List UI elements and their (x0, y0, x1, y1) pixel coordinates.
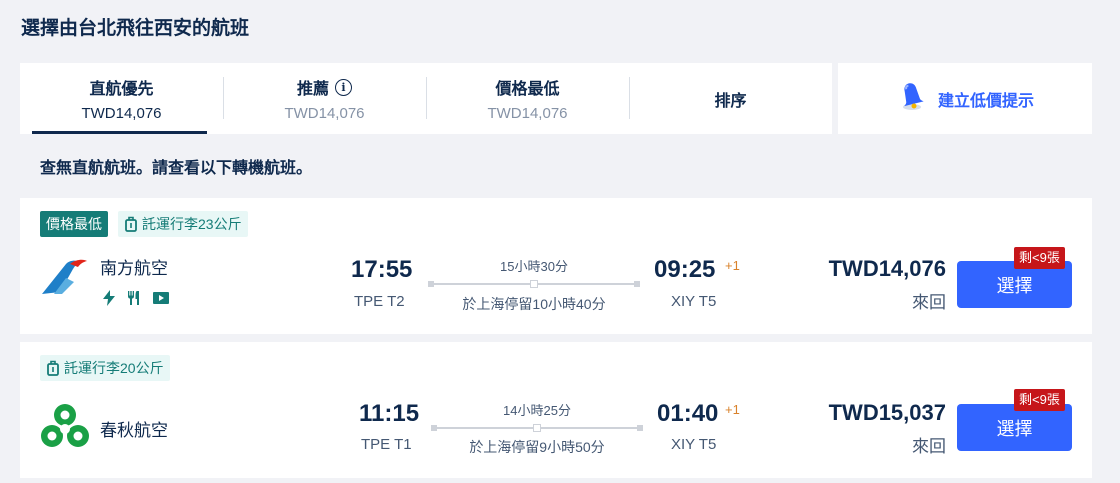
flight-price: TWD15,037 (828, 400, 946, 425)
spring-airlines-logo (40, 402, 90, 459)
tab-label: 直航優先 (89, 81, 154, 98)
flight-price: TWD14,076 (828, 256, 946, 281)
tab-price: TWD14,076 (284, 105, 365, 122)
price-alert-button[interactable]: 建立低價提示 (838, 63, 1092, 134)
seats-left-badge: 剩<9張 (1014, 247, 1065, 269)
arrival-time: 09:25 (654, 256, 716, 283)
flight-card[interactable]: 託運行李20公斤 春秋航空 11:15 TPE T1 14小時25分 於上海停留… (20, 342, 1092, 478)
baggage-tag: 託運行李23公斤 (118, 211, 248, 237)
china-southern-logo (40, 258, 88, 301)
tab-price: TWD14,076 (487, 105, 568, 122)
tab-lowest-price[interactable]: 價格最低 TWD14,076 (426, 63, 629, 134)
day-offset: +1 (725, 402, 740, 417)
no-direct-flights-message: 查無直航航班。請查看以下轉機航班。 (40, 160, 313, 177)
power-icon (102, 290, 116, 311)
stopover-info: 於上海停留9小時50分 (469, 439, 605, 455)
baggage-label: 託運行李20公斤 (64, 360, 164, 376)
trip-type: 來回 (912, 293, 946, 312)
entertainment-icon (152, 290, 170, 311)
luggage-icon (47, 360, 59, 376)
arrival-time: 01:40 (657, 400, 719, 427)
trip-type: 來回 (912, 437, 946, 456)
tab-label: 排序 (714, 92, 747, 110)
price-alert-label: 建立低價提示 (937, 92, 1034, 110)
route-line (431, 424, 643, 432)
departure-airport: TPE T2 (354, 293, 405, 310)
meal-icon (126, 290, 142, 311)
tab-recommended[interactable]: 推薦 i TWD14,076 (223, 63, 426, 134)
tab-label: 推薦 (296, 81, 329, 98)
cheapest-badge: 價格最低 (40, 211, 108, 237)
departure-airport: TPE T1 (361, 436, 412, 453)
bell-icon (896, 80, 928, 117)
flight-duration: 14小時25分 (503, 403, 571, 418)
baggage-tag: 託運行李20公斤 (40, 355, 170, 381)
arrival-airport: XIY T5 (671, 436, 717, 453)
tab-sort[interactable]: 排序 (629, 63, 832, 134)
airline-name: 春秋航空 (100, 421, 168, 440)
departure-time: 11:15 (359, 400, 420, 427)
arrival-airport: XIY T5 (671, 293, 717, 310)
seats-left-badge: 剩<9張 (1014, 389, 1065, 411)
flight-duration: 15小時30分 (500, 259, 568, 274)
select-flight-button[interactable]: 選擇 (957, 404, 1072, 451)
tab-price: TWD14,076 (81, 105, 162, 122)
departure-time: 17:55 (351, 256, 413, 283)
day-offset: +1 (725, 258, 740, 273)
page-title: 選擇由台北飛往西安的航班 (21, 18, 250, 39)
tab-label: 價格最低 (495, 81, 560, 98)
sort-tabs: 直航優先 TWD14,076 推薦 i TWD14,076 價格最低 TWD14… (20, 63, 832, 134)
flight-card[interactable]: 價格最低 託運行李23公斤 南方航空 17:55 TPE T2 15小時30分 … (20, 198, 1092, 334)
luggage-icon (125, 216, 137, 232)
info-icon[interactable]: i (335, 78, 352, 96)
baggage-label: 託運行李23公斤 (142, 216, 242, 232)
stopover-info: 於上海停留10小時40分 (462, 296, 606, 312)
tab-direct-first[interactable]: 直航優先 TWD14,076 (20, 63, 223, 134)
airline-name: 南方航空 (100, 259, 168, 278)
route-line (428, 280, 640, 288)
